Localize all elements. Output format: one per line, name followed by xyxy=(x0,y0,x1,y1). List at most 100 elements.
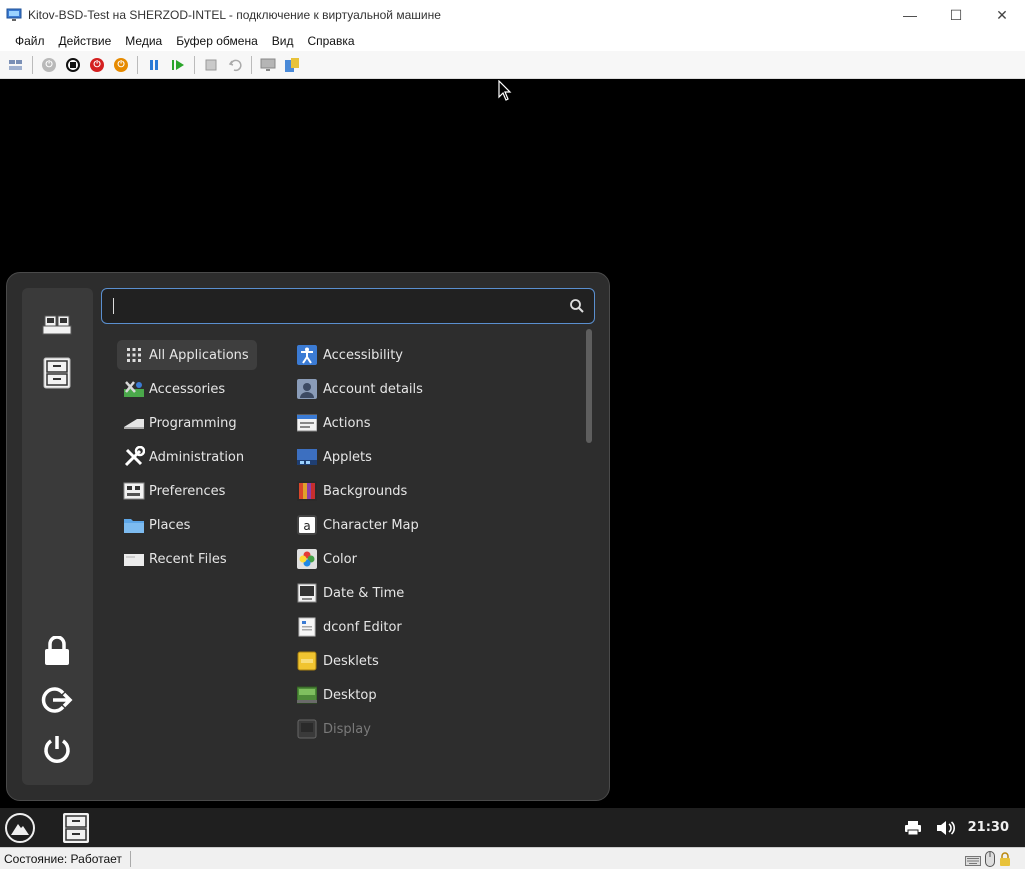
display-icon xyxy=(297,719,317,739)
dconf-icon xyxy=(297,617,317,637)
app-account-details[interactable]: Account details xyxy=(297,374,423,404)
save-icon[interactable]: ⏻ xyxy=(112,56,130,74)
computer-icon[interactable] xyxy=(39,306,75,342)
taskbar-file-manager-button[interactable] xyxy=(61,812,91,844)
accessibility-icon xyxy=(297,345,317,365)
app-label: Desktop xyxy=(323,687,377,703)
resume-icon[interactable] xyxy=(169,56,187,74)
status-text: Состояние: Работает xyxy=(0,850,131,867)
window-title: Kitov-BSD-Test на SHERZOD-INTEL - подклю… xyxy=(28,8,441,22)
enhanced-session-icon[interactable] xyxy=(259,56,277,74)
app-label: dconf Editor xyxy=(323,619,402,635)
clock[interactable]: 21:30 xyxy=(968,820,1009,835)
app-date-time[interactable]: Date & Time xyxy=(297,578,404,608)
system-tray: 21:30 xyxy=(890,808,1009,847)
app-desktop[interactable]: Desktop xyxy=(297,680,377,710)
app-label: Color xyxy=(323,551,357,567)
application-menu: All Applications Accessories Programming… xyxy=(6,272,610,801)
apps-scrollbar[interactable] xyxy=(586,329,592,443)
desklets-icon xyxy=(297,651,317,671)
desktop-icon xyxy=(297,685,317,705)
app-label: Character Map xyxy=(323,517,419,533)
search-icon[interactable] xyxy=(569,298,585,314)
mouse-cursor-icon xyxy=(498,80,512,101)
administration-icon xyxy=(123,446,145,467)
category-accessories[interactable]: Accessories xyxy=(117,374,233,404)
menu-clipboard[interactable]: Буфер обмена xyxy=(176,34,258,48)
menu-action[interactable]: Действие xyxy=(59,34,112,48)
maximize-button[interactable]: ☐ xyxy=(933,0,979,30)
category-label: Programming xyxy=(149,415,237,431)
shutdown-icon[interactable]: ⏻ xyxy=(88,56,106,74)
lock-icon[interactable] xyxy=(39,633,75,669)
date-time-icon xyxy=(297,583,317,603)
menu-help[interactable]: Справка xyxy=(307,34,354,48)
applets-icon xyxy=(297,447,317,467)
app-label: Applets xyxy=(323,449,372,465)
app-label: Desklets xyxy=(323,653,379,669)
app-backgrounds[interactable]: Backgrounds xyxy=(297,476,407,506)
grid-icon xyxy=(123,345,145,365)
app-label: Actions xyxy=(323,415,371,431)
close-button[interactable]: ✕ xyxy=(979,0,1025,30)
category-programming[interactable]: Programming xyxy=(117,408,245,438)
app-desklets[interactable]: Desklets xyxy=(297,646,379,676)
vm-screen[interactable]: All Applications Accessories Programming… xyxy=(0,79,1025,847)
search-input[interactable] xyxy=(112,296,552,316)
lock-icon xyxy=(999,852,1011,869)
share-icon[interactable] xyxy=(283,56,301,74)
accessories-icon xyxy=(123,379,145,399)
category-recent-files[interactable]: Recent Files xyxy=(117,544,235,574)
menu-view[interactable]: Вид xyxy=(272,34,294,48)
category-administration[interactable]: Administration xyxy=(117,442,252,472)
character-map-icon: a xyxy=(297,515,317,535)
app-accessibility[interactable]: Accessibility xyxy=(297,340,403,370)
revert-icon[interactable] xyxy=(226,56,244,74)
toolbar-separator xyxy=(251,55,252,74)
backgrounds-icon xyxy=(297,481,317,501)
folder-icon xyxy=(123,515,145,535)
app-label: Account details xyxy=(323,381,423,397)
programming-icon xyxy=(123,413,145,433)
toolbar: ⏻ ⏻ ⏻ xyxy=(0,51,1025,79)
logout-icon[interactable] xyxy=(39,682,75,718)
search-box[interactable] xyxy=(101,288,595,324)
toolbar-separator xyxy=(137,55,138,74)
category-label: Recent Files xyxy=(149,551,227,567)
category-preferences[interactable]: Preferences xyxy=(117,476,233,506)
actions-icon xyxy=(297,413,317,433)
category-places[interactable]: Places xyxy=(117,510,198,540)
app-label: Accessibility xyxy=(323,347,403,363)
file-cabinet-icon[interactable] xyxy=(39,355,75,391)
toolbar-separator xyxy=(32,55,33,74)
menu-launcher-button[interactable] xyxy=(5,813,35,843)
app-character-map[interactable]: a Character Map xyxy=(297,510,419,540)
power-icon[interactable] xyxy=(39,731,75,767)
mouse-icon xyxy=(985,851,995,869)
app-applets[interactable]: Applets xyxy=(297,442,372,472)
minimize-button[interactable]: — xyxy=(887,0,933,30)
printer-icon[interactable] xyxy=(904,820,922,836)
taskbar: 21:30 xyxy=(0,808,1025,847)
account-icon xyxy=(297,379,317,399)
status-bar: Состояние: Работает xyxy=(0,847,1025,869)
ctrl-alt-del-icon[interactable] xyxy=(7,56,25,74)
category-label: Places xyxy=(149,517,191,533)
category-all-applications[interactable]: All Applications xyxy=(117,340,257,370)
app-actions[interactable]: Actions xyxy=(297,408,371,438)
volume-icon[interactable] xyxy=(936,820,956,836)
app-display[interactable]: Display xyxy=(297,714,371,744)
pause-icon[interactable] xyxy=(145,56,163,74)
app-dconf-editor[interactable]: dconf Editor xyxy=(297,612,402,642)
title-bar: Kitov-BSD-Test на SHERZOD-INTEL - подклю… xyxy=(0,0,1025,30)
color-icon xyxy=(297,549,317,569)
preferences-icon xyxy=(123,481,145,501)
category-label: Administration xyxy=(149,449,245,465)
app-label: Display xyxy=(323,721,371,737)
checkpoint-icon[interactable] xyxy=(202,56,220,74)
start-icon[interactable]: ⏻ xyxy=(40,56,58,74)
app-color[interactable]: Color xyxy=(297,544,357,574)
menu-file[interactable]: Файл xyxy=(15,34,45,48)
menu-media[interactable]: Медиа xyxy=(125,34,162,48)
turn-off-icon[interactable] xyxy=(64,56,82,74)
